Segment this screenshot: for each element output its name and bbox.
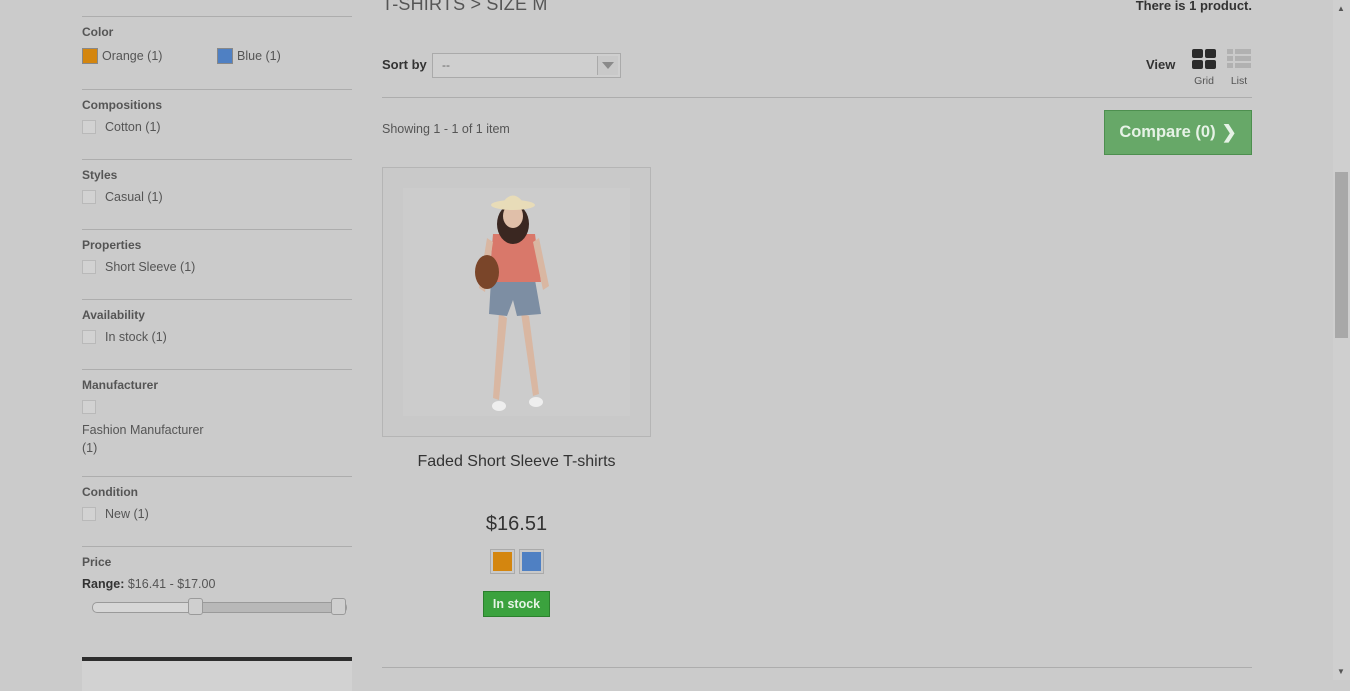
layered-navigation: Color Orange (1) Blue (1) Compositions C…	[82, 0, 352, 691]
filter-compositions: Compositions Cotton (1)	[82, 98, 352, 160]
filter-option-blue[interactable]: Blue (1)	[217, 48, 281, 64]
view-label: View	[1146, 57, 1176, 72]
scroll-up-icon[interactable]: ▲	[1337, 4, 1345, 13]
scroll-down-icon[interactable]: ▼	[1337, 667, 1345, 676]
availability-badge: In stock	[483, 591, 550, 617]
divider	[382, 97, 1252, 98]
chevron-right-icon: ❯	[1221, 122, 1237, 142]
product-color-list	[382, 549, 651, 574]
price-slider[interactable]	[92, 598, 347, 615]
grid-icon	[1192, 49, 1216, 69]
view-grid-button[interactable]: Grid	[1190, 49, 1218, 87]
price-range-label: Range:	[82, 577, 125, 591]
orange-swatch[interactable]	[82, 48, 98, 64]
filter-option-label: Orange (1)	[102, 49, 163, 63]
filter-option-casual[interactable]: Casual (1)	[82, 190, 163, 204]
checkbox[interactable]	[82, 120, 96, 134]
product-color-blue[interactable]	[518, 549, 544, 574]
filter-option-label: Short Sleeve (1)	[105, 260, 196, 274]
price-slider-range	[195, 603, 339, 612]
price-slider-max-handle[interactable]	[331, 598, 346, 615]
filter-option-label: Cotton (1)	[105, 120, 161, 134]
filter-title-styles: Styles	[82, 168, 118, 182]
product-count: There is 1 product.	[1135, 0, 1252, 13]
filter-availability: Availability In stock (1)	[82, 308, 352, 370]
filter-title-properties: Properties	[82, 238, 142, 252]
filter-option-in-stock[interactable]: In stock (1)	[82, 330, 167, 344]
list-icon	[1227, 49, 1251, 68]
scrollbar-thumb[interactable]	[1335, 172, 1348, 338]
filter-condition: Condition New (1)	[82, 485, 352, 547]
filter-option-label: Fashion Manufacturer	[82, 423, 204, 437]
filter-title-manufacturer: Manufacturer	[82, 378, 159, 392]
filter-title-condition: Condition	[82, 485, 138, 499]
filter-title-compositions: Compositions	[82, 98, 162, 112]
compare-button[interactable]: Compare (0) ❯	[1104, 110, 1252, 155]
product-photo	[403, 188, 630, 416]
chevron-down-icon[interactable]	[597, 56, 618, 75]
filter-option-short-sleeve[interactable]: Short Sleeve (1)	[82, 260, 195, 274]
product-name[interactable]: Faded Short Sleeve T-shirts	[382, 453, 651, 471]
divider	[382, 667, 1252, 668]
product-color-orange[interactable]	[489, 549, 515, 574]
sort-select[interactable]: --	[432, 53, 621, 78]
product-image[interactable]	[382, 167, 651, 437]
category-title: T-SHIRTS > SIZE M	[382, 0, 548, 14]
filter-option-orange[interactable]: Orange (1)	[82, 48, 162, 64]
view-list-label: List	[1230, 75, 1248, 87]
filter-styles: Styles Casual (1)	[82, 168, 352, 230]
sidebar-next-block	[82, 657, 352, 691]
filter-title-availability: Availability	[82, 308, 145, 322]
checkbox[interactable]	[82, 330, 96, 344]
price-range-value: $16.41 - $17.00	[127, 577, 216, 591]
sort-select-value: --	[442, 58, 450, 72]
price-slider-min-handle[interactable]	[188, 598, 204, 615]
sort-label: Sort by	[382, 57, 427, 72]
product-listing: T-SHIRTS > SIZE M There is 1 product. So…	[382, 0, 1252, 680]
filter-option-count: (1)	[82, 441, 98, 455]
filter-option-label: Blue (1)	[237, 49, 281, 63]
filter-option-label: New (1)	[105, 507, 149, 521]
showing-count: Showing 1 - 1 of 1 item	[382, 122, 510, 136]
filter-title-price: Price	[82, 555, 112, 569]
view-grid-label: Grid	[1194, 75, 1214, 87]
filter-price: Price Range: $16.41 - $17.00	[82, 555, 352, 625]
checkbox[interactable]	[82, 260, 96, 274]
product-price: $16.51	[485, 513, 548, 535]
filter-option-new[interactable]: New (1)	[82, 507, 149, 521]
filter-option-label: Casual (1)	[105, 190, 163, 204]
filter-option-fashion-manufacturer[interactable]: Fashion Manufacturer (1)	[82, 421, 204, 457]
price-range-text: Range: $16.41 - $17.00	[82, 577, 215, 591]
filter-option-cotton[interactable]: Cotton (1)	[82, 120, 161, 134]
view-list-button[interactable]: List	[1225, 49, 1253, 87]
checkbox[interactable]	[82, 400, 96, 414]
checkbox[interactable]	[82, 507, 96, 521]
blue-swatch[interactable]	[217, 48, 233, 64]
filter-option-label: In stock (1)	[105, 330, 167, 344]
page-scrollbar[interactable]: ▲ ▼	[1333, 0, 1350, 680]
filter-properties: Properties Short Sleeve (1)	[82, 238, 352, 300]
filter-color: Color Orange (1) Blue (1)	[82, 25, 352, 90]
compare-label: Compare (0)	[1119, 123, 1216, 141]
filter-title-color: Color	[82, 25, 114, 39]
checkbox[interactable]	[82, 190, 96, 204]
filter-manufacturer: Manufacturer Fashion Manufacturer (1)	[82, 378, 352, 477]
divider	[82, 16, 352, 17]
